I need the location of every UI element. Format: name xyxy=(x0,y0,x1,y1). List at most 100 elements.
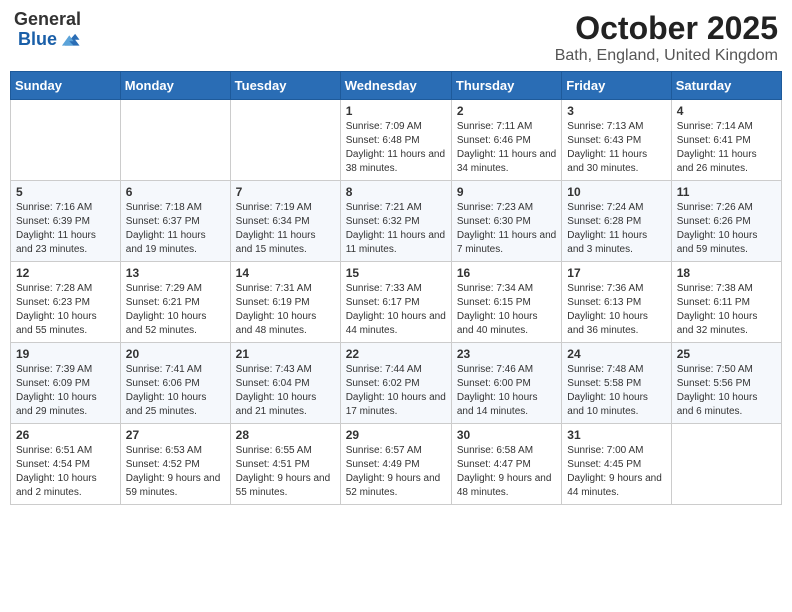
day-info: Sunrise: 6:55 AM Sunset: 4:51 PM Dayligh… xyxy=(236,444,335,500)
day-info: Sunrise: 7:00 AM Sunset: 4:45 PM Dayligh… xyxy=(567,444,665,500)
calendar-cell: 23 Sunrise: 7:46 AM Sunset: 6:00 PM Dayli… xyxy=(451,343,561,424)
weekday-thursday: Thursday xyxy=(451,72,561,100)
day-info: Sunrise: 7:14 AM Sunset: 6:41 PM Dayligh… xyxy=(677,120,776,176)
calendar-cell: 1Sunrise: 7:09 AM Sunset: 6:48 PM Daylig… xyxy=(340,100,451,181)
calendar-cell: 27 Sunrise: 6:53 AM Sunset: 4:52 PM Dayli… xyxy=(120,424,230,505)
calendar-cell: 17 Sunrise: 7:36 AM Sunset: 6:13 PM Dayli… xyxy=(562,262,671,343)
day-number: 11 xyxy=(677,185,776,199)
location-title: Bath, England, United Kingdom xyxy=(555,47,778,65)
day-number: 10 xyxy=(567,185,665,199)
calendar-cell: 30Sunrise: 6:58 AM Sunset: 4:47 PM Dayli… xyxy=(451,424,561,505)
weekday-monday: Monday xyxy=(120,72,230,100)
calendar-cell: 9 Sunrise: 7:23 AM Sunset: 6:30 PM Daylig… xyxy=(451,181,561,262)
weekday-tuesday: Tuesday xyxy=(230,72,340,100)
day-number: 6 xyxy=(126,185,225,199)
day-info: Sunrise: 7:39 AM Sunset: 6:09 PM Dayligh… xyxy=(16,363,115,419)
weekday-friday: Friday xyxy=(562,72,671,100)
calendar-week-4: 19 Sunrise: 7:39 AM Sunset: 6:09 PM Dayli… xyxy=(11,343,782,424)
calendar-week-2: 5 Sunrise: 7:16 AM Sunset: 6:39 PM Daylig… xyxy=(11,181,782,262)
weekday-header-row: SundayMondayTuesdayWednesdayThursdayFrid… xyxy=(11,72,782,100)
day-info: Sunrise: 7:26 AM Sunset: 6:26 PM Dayligh… xyxy=(677,201,776,257)
calendar-cell: 3Sunrise: 7:13 AM Sunset: 6:43 PM Daylig… xyxy=(562,100,671,181)
day-number: 14 xyxy=(236,266,335,280)
day-number: 17 xyxy=(567,266,665,280)
logo-general: General xyxy=(14,10,81,28)
day-info: Sunrise: 7:46 AM Sunset: 6:00 PM Dayligh… xyxy=(457,363,556,419)
title-block: October 2025 Bath, England, United Kingd… xyxy=(555,10,778,65)
day-info: Sunrise: 7:31 AM Sunset: 6:19 PM Dayligh… xyxy=(236,282,335,338)
calendar-week-5: 26 Sunrise: 6:51 AM Sunset: 4:54 PM Dayli… xyxy=(11,424,782,505)
calendar-cell xyxy=(120,100,230,181)
calendar-cell: 18Sunrise: 7:38 AM Sunset: 6:11 PM Dayli… xyxy=(671,262,781,343)
day-info: Sunrise: 7:48 AM Sunset: 5:58 PM Dayligh… xyxy=(567,363,665,419)
calendar-cell: 25Sunrise: 7:50 AM Sunset: 5:56 PM Dayli… xyxy=(671,343,781,424)
day-number: 23 xyxy=(457,347,556,361)
month-title: October 2025 xyxy=(555,10,778,47)
calendar-cell: 10 Sunrise: 7:24 AM Sunset: 6:28 PM Dayli… xyxy=(562,181,671,262)
calendar-cell: 13 Sunrise: 7:29 AM Sunset: 6:21 PM Dayli… xyxy=(120,262,230,343)
day-number: 20 xyxy=(126,347,225,361)
day-number: 29 xyxy=(346,428,446,442)
weekday-saturday: Saturday xyxy=(671,72,781,100)
day-number: 9 xyxy=(457,185,556,199)
day-number: 8 xyxy=(346,185,446,199)
day-number: 4 xyxy=(677,104,776,118)
calendar-cell: 29Sunrise: 6:57 AM Sunset: 4:49 PM Dayli… xyxy=(340,424,451,505)
day-number: 12 xyxy=(16,266,115,280)
calendar-table: SundayMondayTuesdayWednesdayThursdayFrid… xyxy=(10,71,782,505)
calendar-week-1: 1Sunrise: 7:09 AM Sunset: 6:48 PM Daylig… xyxy=(11,100,782,181)
calendar-cell: 5 Sunrise: 7:16 AM Sunset: 6:39 PM Daylig… xyxy=(11,181,121,262)
day-info: Sunrise: 6:53 AM Sunset: 4:52 PM Dayligh… xyxy=(126,444,225,500)
calendar-cell: 2Sunrise: 7:11 AM Sunset: 6:46 PM Daylig… xyxy=(451,100,561,181)
day-number: 26 xyxy=(16,428,115,442)
day-info: Sunrise: 7:23 AM Sunset: 6:30 PM Dayligh… xyxy=(457,201,556,257)
day-info: Sunrise: 7:44 AM Sunset: 6:02 PM Dayligh… xyxy=(346,363,446,419)
calendar-cell: 26 Sunrise: 6:51 AM Sunset: 4:54 PM Dayli… xyxy=(11,424,121,505)
day-info: Sunrise: 7:41 AM Sunset: 6:06 PM Dayligh… xyxy=(126,363,225,419)
day-info: Sunrise: 7:36 AM Sunset: 6:13 PM Dayligh… xyxy=(567,282,665,338)
day-info: Sunrise: 7:33 AM Sunset: 6:17 PM Dayligh… xyxy=(346,282,446,338)
calendar-cell xyxy=(11,100,121,181)
calendar-cell: 8Sunrise: 7:21 AM Sunset: 6:32 PM Daylig… xyxy=(340,181,451,262)
day-number: 19 xyxy=(16,347,115,361)
day-number: 28 xyxy=(236,428,335,442)
calendar-cell: 16 Sunrise: 7:34 AM Sunset: 6:15 PM Dayli… xyxy=(451,262,561,343)
day-number: 16 xyxy=(457,266,556,280)
calendar-cell: 24 Sunrise: 7:48 AM Sunset: 5:58 PM Dayli… xyxy=(562,343,671,424)
day-number: 27 xyxy=(126,428,225,442)
day-info: Sunrise: 6:51 AM Sunset: 4:54 PM Dayligh… xyxy=(16,444,115,500)
calendar-cell: 31Sunrise: 7:00 AM Sunset: 4:45 PM Dayli… xyxy=(562,424,671,505)
day-info: Sunrise: 7:19 AM Sunset: 6:34 PM Dayligh… xyxy=(236,201,335,257)
day-number: 15 xyxy=(346,266,446,280)
calendar-cell: 6 Sunrise: 7:18 AM Sunset: 6:37 PM Daylig… xyxy=(120,181,230,262)
calendar-body: 1Sunrise: 7:09 AM Sunset: 6:48 PM Daylig… xyxy=(11,100,782,505)
day-number: 25 xyxy=(677,347,776,361)
calendar-cell: 14 Sunrise: 7:31 AM Sunset: 6:19 PM Dayli… xyxy=(230,262,340,343)
calendar-cell: 21Sunrise: 7:43 AM Sunset: 6:04 PM Dayli… xyxy=(230,343,340,424)
day-info: Sunrise: 7:24 AM Sunset: 6:28 PM Dayligh… xyxy=(567,201,665,257)
calendar-week-3: 12 Sunrise: 7:28 AM Sunset: 6:23 PM Dayli… xyxy=(11,262,782,343)
day-number: 5 xyxy=(16,185,115,199)
day-info: Sunrise: 7:28 AM Sunset: 6:23 PM Dayligh… xyxy=(16,282,115,338)
calendar-cell: 11 Sunrise: 7:26 AM Sunset: 6:26 PM Dayli… xyxy=(671,181,781,262)
weekday-wednesday: Wednesday xyxy=(340,72,451,100)
day-number: 13 xyxy=(126,266,225,280)
day-info: Sunrise: 7:16 AM Sunset: 6:39 PM Dayligh… xyxy=(16,201,115,257)
calendar-cell: 12 Sunrise: 7:28 AM Sunset: 6:23 PM Dayli… xyxy=(11,262,121,343)
day-info: Sunrise: 7:34 AM Sunset: 6:15 PM Dayligh… xyxy=(457,282,556,338)
day-info: Sunrise: 7:29 AM Sunset: 6:21 PM Dayligh… xyxy=(126,282,225,338)
day-number: 30 xyxy=(457,428,556,442)
day-info: Sunrise: 7:38 AM Sunset: 6:11 PM Dayligh… xyxy=(677,282,776,338)
day-info: Sunrise: 7:09 AM Sunset: 6:48 PM Dayligh… xyxy=(346,120,446,176)
day-info: Sunrise: 7:18 AM Sunset: 6:37 PM Dayligh… xyxy=(126,201,225,257)
calendar-cell: 15 Sunrise: 7:33 AM Sunset: 6:17 PM Dayli… xyxy=(340,262,451,343)
calendar-cell: 28 Sunrise: 6:55 AM Sunset: 4:51 PM Dayli… xyxy=(230,424,340,505)
day-number: 3 xyxy=(567,104,665,118)
day-info: Sunrise: 7:43 AM Sunset: 6:04 PM Dayligh… xyxy=(236,363,335,419)
calendar-cell: 4 Sunrise: 7:14 AM Sunset: 6:41 PM Daylig… xyxy=(671,100,781,181)
day-number: 24 xyxy=(567,347,665,361)
logo: General Blue xyxy=(14,10,81,50)
day-number: 22 xyxy=(346,347,446,361)
calendar-cell xyxy=(230,100,340,181)
weekday-sunday: Sunday xyxy=(11,72,121,100)
